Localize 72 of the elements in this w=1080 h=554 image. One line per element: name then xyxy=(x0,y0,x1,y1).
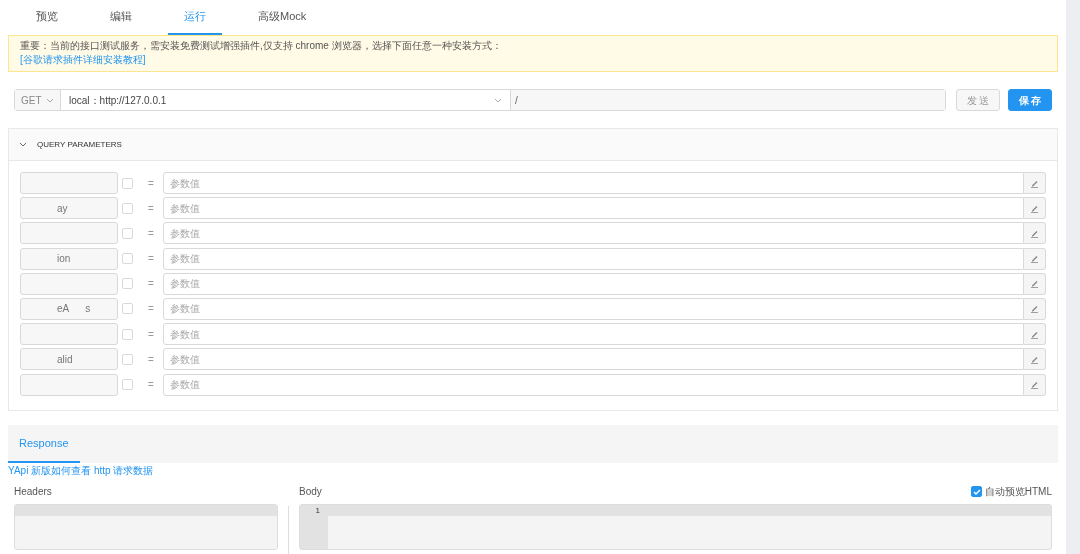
edit-button[interactable] xyxy=(1024,222,1046,245)
body-label: Body xyxy=(299,485,322,499)
checkbox[interactable] xyxy=(122,227,133,239)
param-value-field[interactable]: 参数值 xyxy=(163,323,1024,346)
edit-button[interactable] xyxy=(1024,373,1046,396)
checkbox[interactable] xyxy=(122,379,133,390)
notice-text: 重要：当前的接口测试服务，需安装免费测试增强插件,仅支持 chrome 浏览器，选择下面任意一种安装方式： xyxy=(20,39,503,53)
checkbox[interactable] xyxy=(122,202,133,214)
pencil-icon xyxy=(1030,304,1039,314)
tab[interactable]: 预览 xyxy=(20,0,74,35)
send-button[interactable]: 发 送 xyxy=(956,89,1000,111)
headers-label: Headers xyxy=(14,485,53,499)
param-name-field[interactable] xyxy=(20,373,118,396)
param-value-field[interactable]: 参数值 xyxy=(163,348,1024,371)
pencil-icon xyxy=(1030,178,1039,188)
equals-sign: = xyxy=(147,176,155,191)
section-header[interactable]: QUERY PARAMETERS xyxy=(9,129,1057,161)
equals-sign: = xyxy=(147,352,155,367)
edit-button[interactable] xyxy=(1024,323,1046,346)
edit-button[interactable] xyxy=(1024,348,1046,371)
param-name-field[interactable]: ion xyxy=(20,247,118,270)
param-name-field[interactable]: alid xyxy=(20,348,118,371)
equals-sign: = xyxy=(147,201,155,216)
tab[interactable]: 高级Mock xyxy=(242,0,323,35)
pencil-icon xyxy=(1030,279,1039,289)
param-name-field[interactable] xyxy=(20,172,118,194)
tab[interactable]: 编辑 xyxy=(94,0,148,35)
equals-sign: = xyxy=(147,277,155,292)
param-value-field[interactable]: 参数值 xyxy=(163,247,1024,270)
checkbox[interactable] xyxy=(122,303,133,315)
param-name-field[interactable]: eA s xyxy=(20,297,118,320)
save-button[interactable]: 保 存 xyxy=(1008,89,1052,111)
edit-button[interactable] xyxy=(1024,197,1046,220)
edit-button[interactable] xyxy=(1024,272,1046,295)
pencil-icon xyxy=(1030,228,1039,238)
tab[interactable]: Response xyxy=(8,425,80,463)
check-icon xyxy=(972,487,981,496)
auto-preview-checkbox[interactable]: 自动预览HTML xyxy=(971,484,1052,499)
param-value-field[interactable]: 参数值 xyxy=(163,172,1024,194)
equals-sign: = xyxy=(147,302,155,317)
edit-button[interactable] xyxy=(1024,247,1046,270)
headers-editor[interactable] xyxy=(14,504,278,550)
pencil-icon xyxy=(1030,203,1039,213)
body-editor[interactable]: 1 xyxy=(299,504,1052,550)
checkbox[interactable] xyxy=(122,253,133,265)
equals-sign: = xyxy=(147,226,155,241)
section-title: QUERY PARAMETERS xyxy=(37,138,122,151)
param-value-field[interactable]: 参数值 xyxy=(163,197,1024,220)
edit-button[interactable] xyxy=(1024,297,1046,320)
checkbox[interactable] xyxy=(122,278,133,290)
pencil-icon xyxy=(1030,380,1039,389)
line-number: 1 xyxy=(314,505,320,517)
equals-sign: = xyxy=(147,252,155,267)
equals-sign: = xyxy=(147,327,155,342)
pencil-icon xyxy=(1030,254,1039,264)
install-guide-link[interactable]: [谷歌请求插件详细安装教程] xyxy=(20,54,146,65)
param-value-field[interactable]: 参数值 xyxy=(163,373,1024,396)
param-value-field[interactable]: 参数值 xyxy=(163,222,1024,245)
param-name-field[interactable] xyxy=(20,323,118,346)
param-value-field[interactable]: 参数值 xyxy=(163,272,1024,295)
param-value-field[interactable]: 参数值 xyxy=(163,297,1024,320)
equals-sign: = xyxy=(147,378,155,392)
param-name-field[interactable] xyxy=(20,222,118,245)
checkbox[interactable] xyxy=(122,353,133,365)
checkbox[interactable] xyxy=(122,328,133,340)
param-name-field[interactable]: ay xyxy=(20,197,118,220)
pencil-icon xyxy=(1030,329,1039,339)
help-link[interactable]: YApi 新版如何查看 http 请求数据 xyxy=(8,463,154,478)
pencil-icon xyxy=(1030,354,1039,364)
edit-button[interactable] xyxy=(1024,172,1046,194)
param-name-field[interactable] xyxy=(20,272,118,295)
checkbox[interactable] xyxy=(122,177,133,189)
